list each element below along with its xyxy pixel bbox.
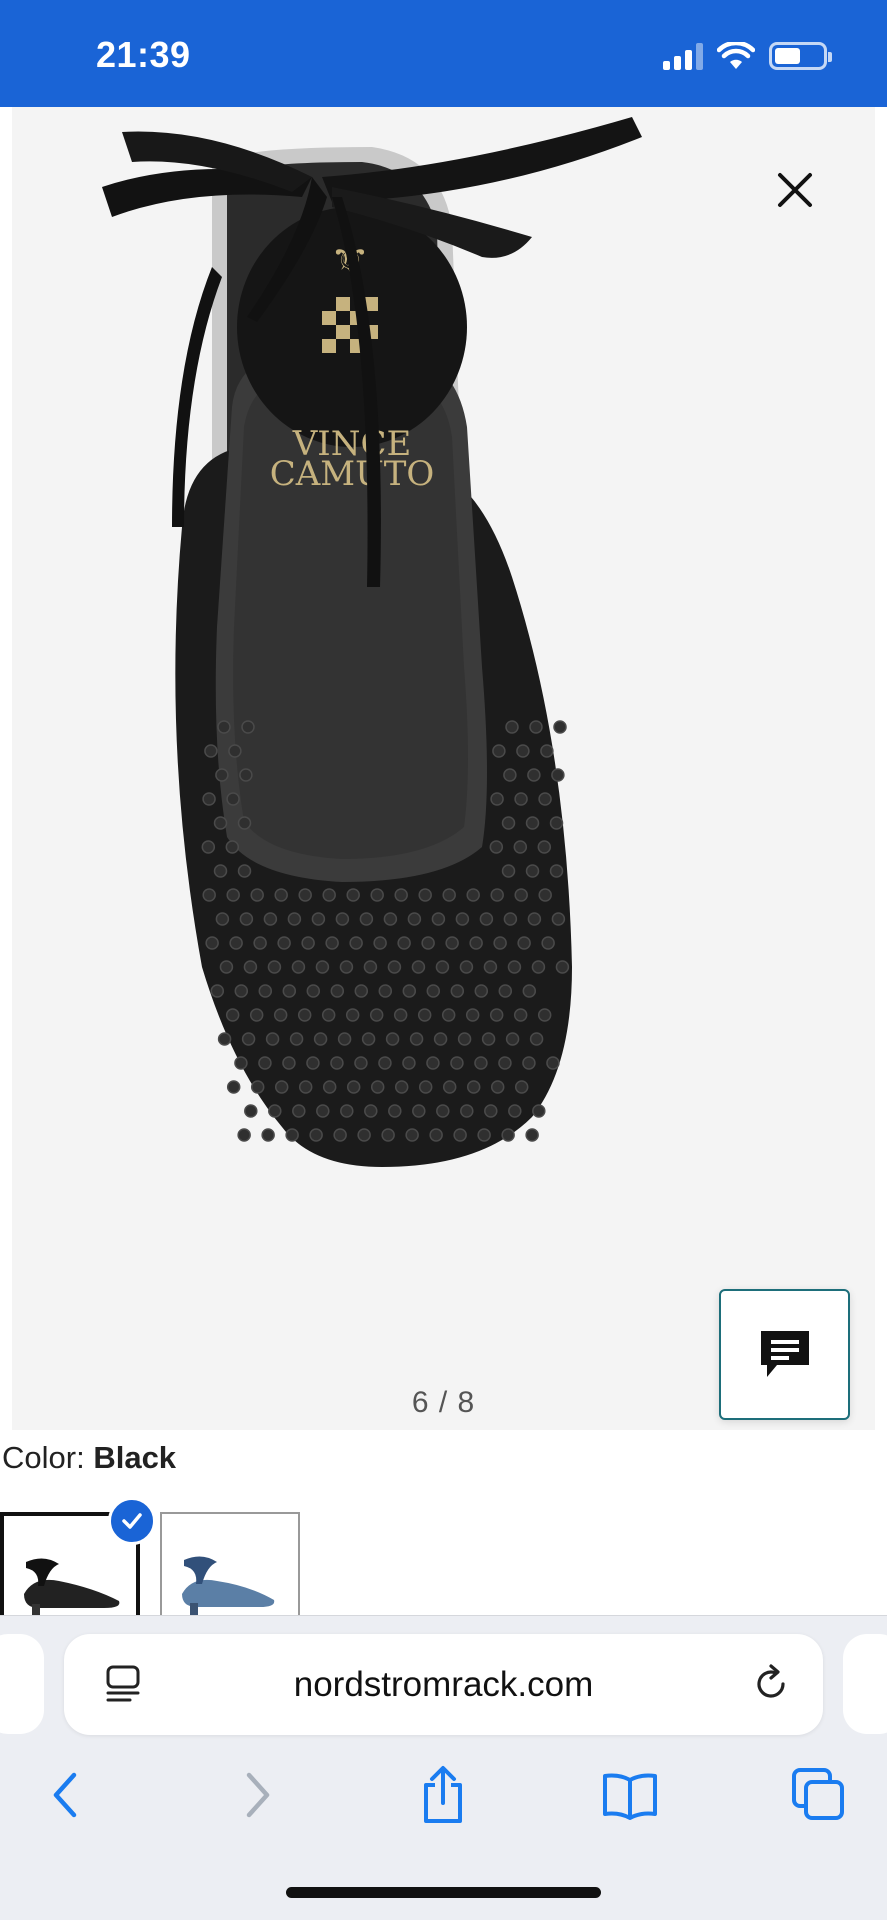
swatch-blue[interactable] — [160, 1512, 300, 1617]
stud-pattern — [201, 720, 570, 1142]
color-label: Color: — [2, 1440, 85, 1475]
home-indicator — [286, 1887, 601, 1898]
color-value: Black — [93, 1440, 177, 1475]
previous-tab-pill[interactable] — [0, 1634, 44, 1734]
forward-button[interactable] — [222, 1760, 292, 1830]
chat-icon — [760, 1330, 809, 1377]
chat-button[interactable] — [719, 1289, 850, 1420]
selected-check-icon — [108, 1497, 156, 1545]
wifi-icon — [717, 42, 755, 69]
share-icon — [424, 1766, 462, 1823]
forward-icon — [246, 1772, 270, 1818]
tabs-icon — [792, 1768, 844, 1820]
back-button[interactable] — [31, 1760, 101, 1830]
next-tab-pill[interactable] — [843, 1634, 887, 1734]
address-bar[interactable]: nordstromrack.com — [64, 1634, 823, 1735]
status-time: 21:39 — [96, 34, 191, 75]
close-icon[interactable] — [770, 165, 820, 215]
share-button[interactable] — [408, 1760, 478, 1830]
cellular-signal-icon — [663, 42, 703, 70]
bookmarks-icon — [603, 1773, 657, 1820]
reload-icon[interactable] — [749, 1662, 793, 1706]
status-icons — [663, 42, 832, 70]
url-text: nordstromrack.com — [293, 1665, 594, 1704]
battery-icon — [769, 42, 832, 70]
back-icon — [53, 1772, 77, 1818]
bookmarks-button[interactable] — [595, 1760, 665, 1830]
status-bar: 21:39 — [0, 0, 887, 107]
tabs-button[interactable] — [784, 1760, 854, 1830]
browser-nav-row — [0, 1760, 887, 1830]
blue-shoe-thumbnail — [182, 1556, 275, 1615]
color-selection-label: Color: Black — [2, 1440, 176, 1476]
